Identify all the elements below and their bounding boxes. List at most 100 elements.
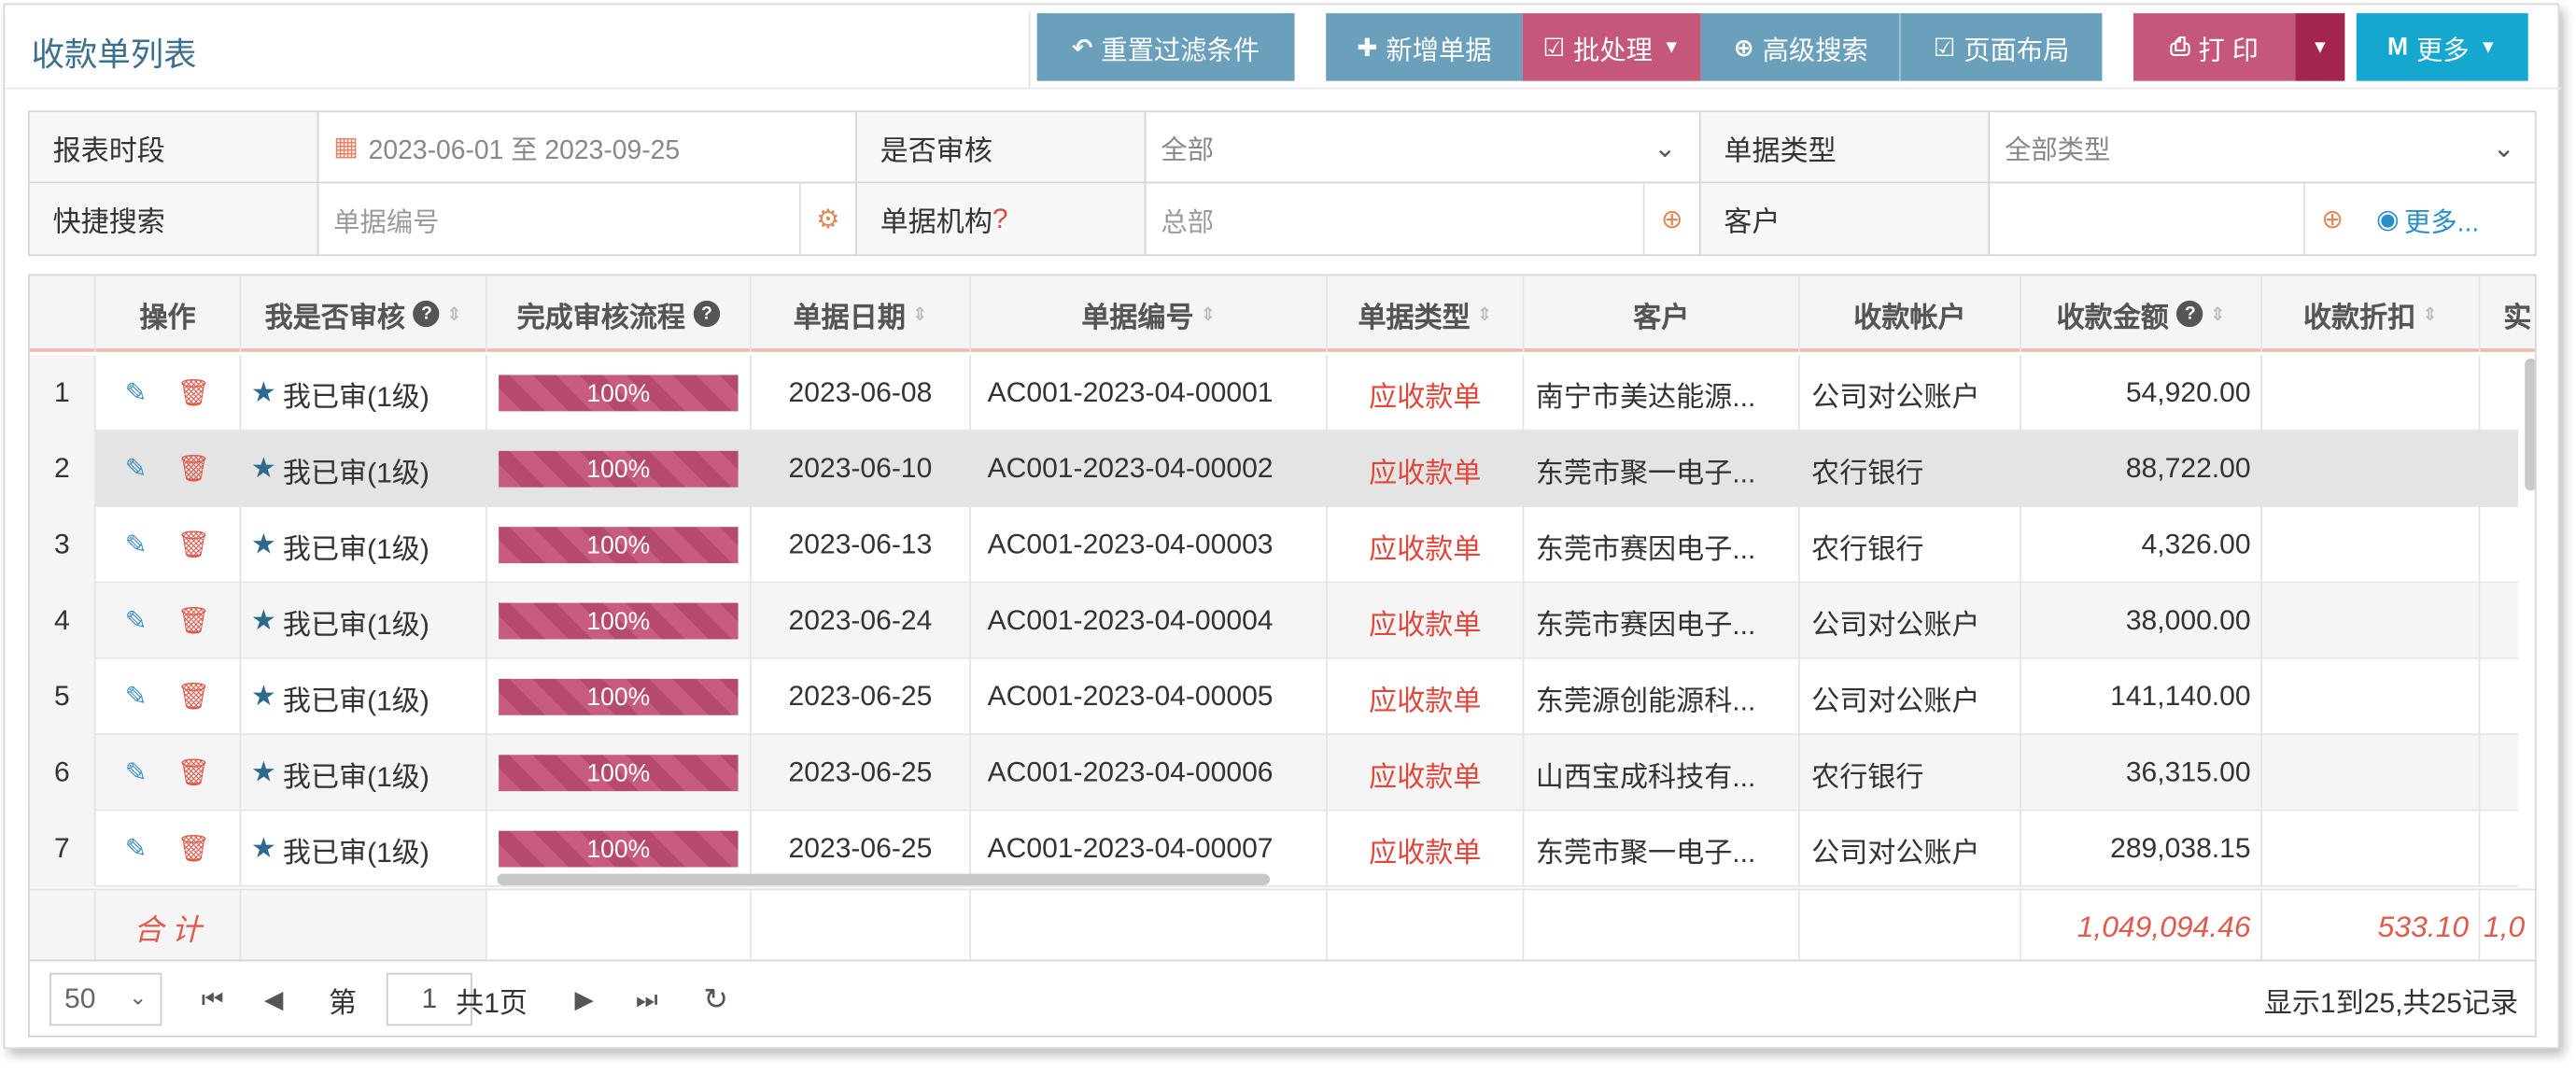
edit-icon[interactable]: ✎ (125, 453, 148, 486)
advanced-search-button[interactable]: ⊕ 高级搜索 (1700, 13, 1901, 81)
search-plus-icon: ⊕ (1733, 34, 1754, 63)
check-square-icon: ☑ (1542, 34, 1566, 63)
total-amount: 1,049,094.46 (2020, 890, 2262, 960)
table-row[interactable]: 6 ✎ 🗑 ★ 我已审(1级) 100% 2023-06-25 AC001-2023-04-0… (29, 735, 2519, 812)
last-page-icon[interactable]: ⏭ (636, 961, 658, 1037)
header-my-audit[interactable]: 我是否审核? ⇕ (241, 276, 487, 352)
page-title: 收款单列表 (31, 37, 197, 75)
undo-icon: ↶ (1072, 34, 1093, 63)
table-row[interactable]: 1 ✎ 🗑 ★ 我已审(1级) 100% 2023-06-08 AC001-2023-04-0… (29, 355, 2519, 431)
type-cell: 应收款单 (1328, 811, 1525, 887)
edit-icon[interactable]: ✎ (125, 756, 148, 789)
row-number: 7 (29, 811, 96, 887)
type-select[interactable]: 全部类型 ⌄ (1990, 112, 2538, 181)
discount-cell (2262, 506, 2481, 584)
print-dropdown-button[interactable]: ▼ (2295, 13, 2345, 81)
calendar-icon: ▦ (333, 134, 359, 163)
my-audit-cell: ★ 我已审(1级) (241, 431, 487, 507)
help-icon: ? (2176, 300, 2204, 328)
amount-cell: 38,000.00 (2021, 583, 2262, 659)
header-amount[interactable]: 收款金额? ⇕ (2021, 276, 2262, 352)
chevron-down-icon: ⌄ (129, 984, 148, 1010)
code-cell[interactable]: AC001-2023-04-00001 (971, 355, 1328, 431)
type-cell: 应收款单 (1328, 735, 1525, 812)
filter-row-2: 快捷搜索 单据编号 ⚙ 单据机构? 总部 ⊕ 客户 ⊕ ◉ 更多... (29, 183, 2535, 255)
print-button[interactable]: ⎙ 打 印 (2133, 13, 2296, 81)
table-row[interactable]: 7 ✎ 🗑 ★ 我已审(1级) 100% 2023-06-25 AC001-2023-04-0… (29, 811, 2519, 887)
trash-icon[interactable]: 🗑 (176, 832, 210, 865)
edit-icon[interactable]: ✎ (125, 604, 148, 637)
batch-button[interactable]: ☑ 批处理 ▼ (1522, 13, 1701, 81)
add-document-button[interactable]: ✚ 新增单据 (1326, 13, 1523, 81)
trash-icon[interactable]: 🗑 (176, 453, 210, 486)
audited-label: 是否审核 (856, 112, 1147, 182)
progress-bar: 100% (499, 374, 739, 412)
table-row[interactable]: 2 ✎ 🗑 ★ 我已审(1级) 100% 2023-06-10 AC001-2023-04-0… (29, 431, 2519, 507)
type-cell: 应收款单 (1328, 506, 1525, 584)
row-number: 4 (29, 583, 96, 659)
star-icon: ★ (250, 756, 276, 788)
page-layout-button[interactable]: ☑ 页面布局 (1900, 13, 2103, 81)
first-page-icon[interactable]: ⏮ (202, 961, 224, 1037)
total-label: 合 计 (96, 890, 242, 960)
horizontal-scrollbar[interactable] (497, 873, 1271, 885)
org-label: 单据机构? (856, 183, 1147, 255)
edit-icon[interactable]: ✎ (125, 376, 148, 409)
more-filters-link[interactable]: ◉ 更多... (2376, 183, 2479, 254)
audited-select[interactable]: 全部 ⌄ (1146, 112, 1701, 182)
discount-cell (2262, 355, 2481, 431)
trash-icon[interactable]: 🗑 (176, 376, 210, 409)
code-cell[interactable]: AC001-2023-04-00002 (971, 431, 1328, 507)
quick-search-input[interactable]: 单据编号 ⚙ (318, 183, 857, 255)
customer-label: 客户 (1700, 183, 1991, 255)
trash-icon[interactable]: 🗑 (176, 604, 210, 637)
page-size-select[interactable]: 50 ⌄ (49, 972, 162, 1026)
table-row[interactable]: 5 ✎ 🗑 ★ 我已审(1级) 100% 2023-06-25 AC001-2023-04-0… (29, 658, 2519, 736)
table-row[interactable]: 4 ✎ 🗑 ★ 我已审(1级) 100% 2023-06-24 AC001-2023-04-0… (29, 583, 2519, 659)
header-type[interactable]: 单据类型 ⇕ (1328, 276, 1525, 352)
gears-icon[interactable]: ⚙ (799, 183, 855, 255)
data-grid: 操作 我是否审核? ⇕ 完成审核流程? 单据日期 ⇕ 单据编号 ⇕ 单据类型 ⇕ 客户 … (28, 274, 2537, 962)
table-row[interactable]: 3 ✎ 🗑 ★ 我已审(1级) 100% 2023-06-13 AC001-2023-04-0… (29, 506, 2519, 584)
search-plus-icon[interactable]: ⊕ (2303, 183, 2359, 255)
trash-icon[interactable]: 🗑 (176, 756, 210, 789)
edit-icon[interactable]: ✎ (125, 832, 148, 865)
search-plus-icon[interactable]: ⊕ (1642, 183, 1699, 255)
reset-filter-button[interactable]: ↶ 重置过滤条件 (1036, 13, 1295, 81)
customer-cell: 东莞源创能源科... (1524, 658, 1800, 736)
discount-cell (2262, 658, 2481, 736)
code-cell[interactable]: AC001-2023-04-00005 (971, 658, 1328, 736)
progress-bar: 100% (499, 527, 739, 564)
progress-bar: 100% (499, 678, 739, 715)
actual-cell (2480, 583, 2534, 658)
trash-icon[interactable]: 🗑 (176, 681, 210, 714)
code-cell[interactable]: AC001-2023-04-00006 (971, 735, 1328, 812)
progress-bar: 100% (499, 755, 739, 792)
customer-cell: 山西宝成科技有... (1524, 735, 1800, 812)
next-page-icon[interactable]: ▶ (574, 961, 593, 1037)
amount-cell: 36,315.00 (2021, 735, 2262, 812)
trash-icon[interactable]: 🗑 (176, 529, 210, 561)
code-cell[interactable]: AC001-2023-04-00004 (971, 583, 1328, 659)
discount-cell (2262, 431, 2481, 507)
row-number: 5 (29, 658, 96, 736)
org-input[interactable]: 总部 ⊕ (1146, 183, 1701, 255)
record-info: 显示1到25,共25记录 (2263, 986, 2519, 1019)
header-date[interactable]: 单据日期 ⇕ (752, 276, 971, 352)
prev-page-icon[interactable]: ◀ (264, 961, 283, 1037)
more-button[interactable]: M 更多 ▼ (2356, 13, 2528, 81)
edit-icon[interactable]: ✎ (125, 529, 148, 561)
header-discount[interactable]: 收款折扣 ⇕ (2262, 276, 2481, 352)
code-cell[interactable]: AC001-2023-04-00003 (971, 506, 1328, 584)
sort-icon: ⇕ (446, 304, 462, 325)
total-empty (241, 890, 487, 960)
edit-icon[interactable]: ✎ (125, 681, 148, 714)
refresh-icon[interactable]: ↻ (703, 961, 728, 1037)
total-empty (751, 890, 971, 960)
sort-icon: ⇕ (2210, 304, 2226, 325)
star-icon: ★ (250, 604, 276, 636)
date-cell: 2023-06-13 (752, 506, 971, 584)
vertical-scrollbar[interactable] (2525, 358, 2535, 491)
header-code[interactable]: 单据编号 ⇕ (971, 276, 1328, 352)
period-range-input[interactable]: ▦ 2023-06-01 至 2023-09-25 (318, 112, 857, 182)
